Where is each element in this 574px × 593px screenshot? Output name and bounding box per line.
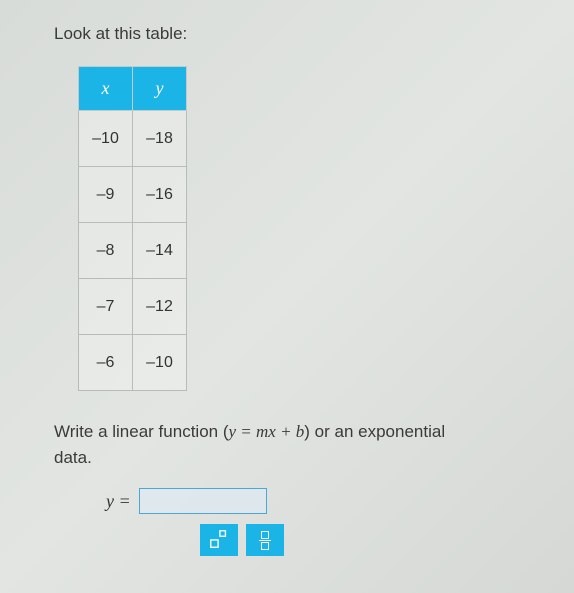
cell-y: –16 — [133, 167, 187, 223]
table-row: –9 –16 — [79, 167, 187, 223]
instruction-pre: Write a linear function ( — [54, 422, 228, 441]
col-header-y: y — [133, 67, 187, 111]
table-row: –8 –14 — [79, 223, 187, 279]
cell-x: –6 — [79, 335, 133, 391]
xy-table: x y –10 –18 –9 –16 –8 –14 –7 –12 –6 –10 — [78, 66, 187, 391]
prompt-text: Look at this table: — [54, 24, 574, 44]
instruction-text: Write a linear function (y = mx + b) or … — [54, 419, 564, 470]
table-row: –10 –18 — [79, 111, 187, 167]
table-row: –7 –12 — [79, 279, 187, 335]
answer-row: y = — [106, 488, 574, 514]
exponent-icon — [208, 528, 230, 553]
instruction-line2: data. — [54, 448, 92, 467]
table-row: –6 –10 — [79, 335, 187, 391]
cell-y: –12 — [133, 279, 187, 335]
col-header-x: x — [79, 67, 133, 111]
instruction-math: y = mx + b — [228, 422, 304, 441]
cell-x: –9 — [79, 167, 133, 223]
fraction-button[interactable] — [246, 524, 284, 556]
cell-x: –7 — [79, 279, 133, 335]
answer-label: y = — [106, 491, 131, 512]
math-toolbar — [200, 524, 574, 556]
fraction-icon — [259, 531, 271, 550]
instruction-post: ) or an exponential — [304, 422, 445, 441]
cell-x: –8 — [79, 223, 133, 279]
cell-y: –18 — [133, 111, 187, 167]
cell-x: –10 — [79, 111, 133, 167]
answer-input[interactable] — [139, 488, 267, 514]
exponent-button[interactable] — [200, 524, 238, 556]
cell-y: –10 — [133, 335, 187, 391]
cell-y: –14 — [133, 223, 187, 279]
